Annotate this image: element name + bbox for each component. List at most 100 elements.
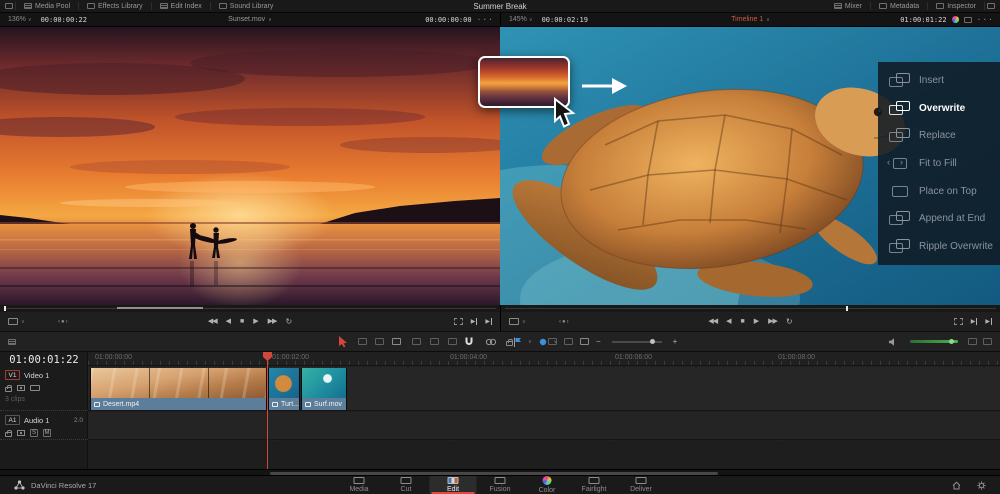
blade-edit-mode-button[interactable] bbox=[392, 338, 401, 345]
source-clip-select[interactable]: Sunset.mov bbox=[228, 16, 272, 23]
overwrite-clip-button[interactable] bbox=[430, 338, 439, 345]
audio-track-badge[interactable]: A1 bbox=[5, 415, 20, 425]
timeline-view-options-icon[interactable] bbox=[8, 339, 16, 345]
clip-desert[interactable]: Desert.mp4 bbox=[90, 368, 267, 410]
playhead-line[interactable] bbox=[267, 352, 268, 469]
play-button[interactable] bbox=[754, 318, 759, 325]
mixer-button[interactable]: Mixer bbox=[828, 0, 868, 13]
video-track-badge[interactable]: V1 bbox=[5, 370, 20, 380]
custom-zoom-button[interactable] bbox=[580, 338, 589, 345]
zoom-out-icon[interactable] bbox=[596, 338, 601, 346]
metadata-button[interactable]: Metadata bbox=[873, 0, 925, 13]
video-track-header[interactable]: V1 Video 1 3 clips bbox=[0, 367, 88, 411]
menu-item-fit-to-fill[interactable]: Fit to Fill bbox=[878, 150, 1000, 178]
sound-library-button[interactable]: Sound Library bbox=[213, 0, 280, 13]
timeline-viewer-options-icon[interactable] bbox=[977, 16, 994, 24]
audio-track-header[interactable]: A1 Audio 1 2.0 S M bbox=[0, 412, 88, 440]
sunset-preview-image[interactable] bbox=[0, 27, 500, 305]
timeline-empty-area[interactable] bbox=[88, 441, 1000, 469]
timeline-ruler[interactable]: 01:00:00:00 01:00:02:00 01:00:04:00 01:0… bbox=[88, 352, 1000, 366]
linked-selection-button[interactable] bbox=[484, 335, 498, 349]
go-to-last-frame-button[interactable] bbox=[268, 318, 277, 325]
clip-turtle[interactable]: Turt... bbox=[268, 368, 300, 410]
timeline-sizing-icon[interactable] bbox=[509, 318, 519, 325]
keyboard-shortcut-icon[interactable] bbox=[968, 338, 977, 345]
replace-clip-button[interactable] bbox=[448, 338, 457, 345]
trim-edit-mode-button[interactable] bbox=[358, 338, 367, 345]
audio-track-lane[interactable] bbox=[88, 412, 1000, 440]
loop-button[interactable] bbox=[285, 318, 292, 326]
menu-item-replace[interactable]: Replace bbox=[878, 122, 1000, 150]
source-sizing-icon[interactable] bbox=[8, 318, 18, 325]
project-manager-home-icon[interactable] bbox=[952, 481, 961, 490]
snapping-button[interactable] bbox=[462, 335, 476, 349]
solo-button[interactable]: S bbox=[30, 429, 38, 437]
audio-volume-slider[interactable] bbox=[910, 340, 958, 343]
timeline-scrub-playhead[interactable] bbox=[846, 306, 848, 311]
step-back-button[interactable] bbox=[726, 318, 731, 325]
timeline-scrollbar[interactable] bbox=[0, 469, 1000, 476]
scrollbar-thumb[interactable] bbox=[270, 472, 718, 475]
clip-surf[interactable]: Surf.mov bbox=[301, 368, 347, 410]
source-scrub-bar[interactable] bbox=[0, 305, 500, 312]
menu-item-place-on-top[interactable]: Place on Top bbox=[878, 177, 1000, 205]
step-back-button[interactable] bbox=[226, 318, 231, 325]
volume-slider-handle[interactable] bbox=[949, 339, 954, 344]
timeline-select[interactable]: Timeline 1 bbox=[731, 16, 770, 23]
timeline-zoom-select[interactable]: 145% bbox=[509, 16, 533, 23]
edit-index-button[interactable]: Edit Index bbox=[154, 0, 208, 13]
enable-track-icon[interactable] bbox=[30, 385, 40, 391]
auto-select-icon[interactable] bbox=[17, 430, 25, 436]
viewer-mode-icon[interactable] bbox=[964, 17, 972, 23]
menu-item-ripple-overwrite[interactable]: Ripple Overwrite bbox=[878, 232, 1000, 260]
effects-library-button[interactable]: Effects Library bbox=[81, 0, 149, 13]
match-frame-icon[interactable] bbox=[954, 318, 963, 325]
timeline-scrub-bar[interactable] bbox=[500, 305, 1000, 312]
match-frame-icon[interactable] bbox=[454, 318, 463, 325]
in-point-button[interactable] bbox=[471, 318, 478, 325]
detail-zoom-button[interactable] bbox=[564, 338, 573, 345]
media-pool-button[interactable]: Media Pool bbox=[18, 0, 76, 13]
page-tab-fairlight[interactable]: Fairlight bbox=[571, 476, 618, 494]
in-point-button[interactable] bbox=[971, 318, 978, 325]
lock-track-icon[interactable] bbox=[5, 432, 12, 437]
zoom-slider[interactable] bbox=[612, 341, 662, 343]
color-wheel-icon[interactable] bbox=[952, 16, 959, 23]
page-tab-deliver[interactable]: Deliver bbox=[618, 476, 665, 494]
panel-layout-icon[interactable] bbox=[987, 3, 995, 9]
source-jog-control[interactable] bbox=[58, 318, 69, 325]
loop-button[interactable] bbox=[786, 318, 793, 326]
menu-item-append-at-end[interactable]: Append at End bbox=[878, 205, 1000, 233]
page-tab-edit[interactable]: Edit bbox=[430, 476, 477, 494]
flag-button[interactable] bbox=[510, 335, 524, 349]
zoom-slider-handle[interactable] bbox=[650, 339, 655, 344]
mute-button[interactable]: M bbox=[43, 429, 51, 437]
go-to-first-frame-button[interactable] bbox=[708, 318, 717, 325]
insert-clip-button[interactable] bbox=[412, 338, 421, 345]
go-to-first-frame-button[interactable] bbox=[208, 318, 217, 325]
page-tab-cut[interactable]: Cut bbox=[383, 476, 430, 494]
lock-track-icon[interactable] bbox=[5, 387, 12, 392]
source-scrub-playhead[interactable] bbox=[4, 306, 6, 311]
page-tab-color[interactable]: Color bbox=[524, 476, 571, 494]
play-button[interactable] bbox=[253, 318, 258, 325]
menu-item-insert[interactable]: Insert bbox=[878, 67, 1000, 95]
video-track-lane[interactable]: Desert.mp4 Turt... Surf.mov bbox=[88, 367, 1000, 411]
stop-button[interactable] bbox=[240, 318, 244, 325]
page-tab-fusion[interactable]: Fusion bbox=[477, 476, 524, 494]
zoom-in-icon[interactable] bbox=[673, 338, 678, 346]
flag-color-dropdown[interactable] bbox=[528, 338, 532, 345]
selection-tool-button[interactable] bbox=[336, 335, 350, 349]
audio-mute-icon[interactable] bbox=[886, 335, 900, 349]
page-tab-media[interactable]: Media bbox=[336, 476, 383, 494]
workspace-icon[interactable] bbox=[5, 3, 13, 9]
full-extent-zoom-button[interactable] bbox=[548, 338, 557, 345]
stop-button[interactable] bbox=[741, 318, 745, 325]
source-options-icon[interactable] bbox=[477, 16, 494, 24]
dynamic-trim-mode-button[interactable] bbox=[375, 338, 384, 345]
menu-item-overwrite[interactable]: Overwrite bbox=[878, 95, 1000, 123]
auto-select-icon[interactable] bbox=[17, 385, 25, 391]
settings-gear-icon[interactable] bbox=[977, 481, 986, 490]
timeline-options-icon[interactable] bbox=[983, 338, 992, 345]
source-zoom-select[interactable]: 136% bbox=[8, 16, 32, 23]
